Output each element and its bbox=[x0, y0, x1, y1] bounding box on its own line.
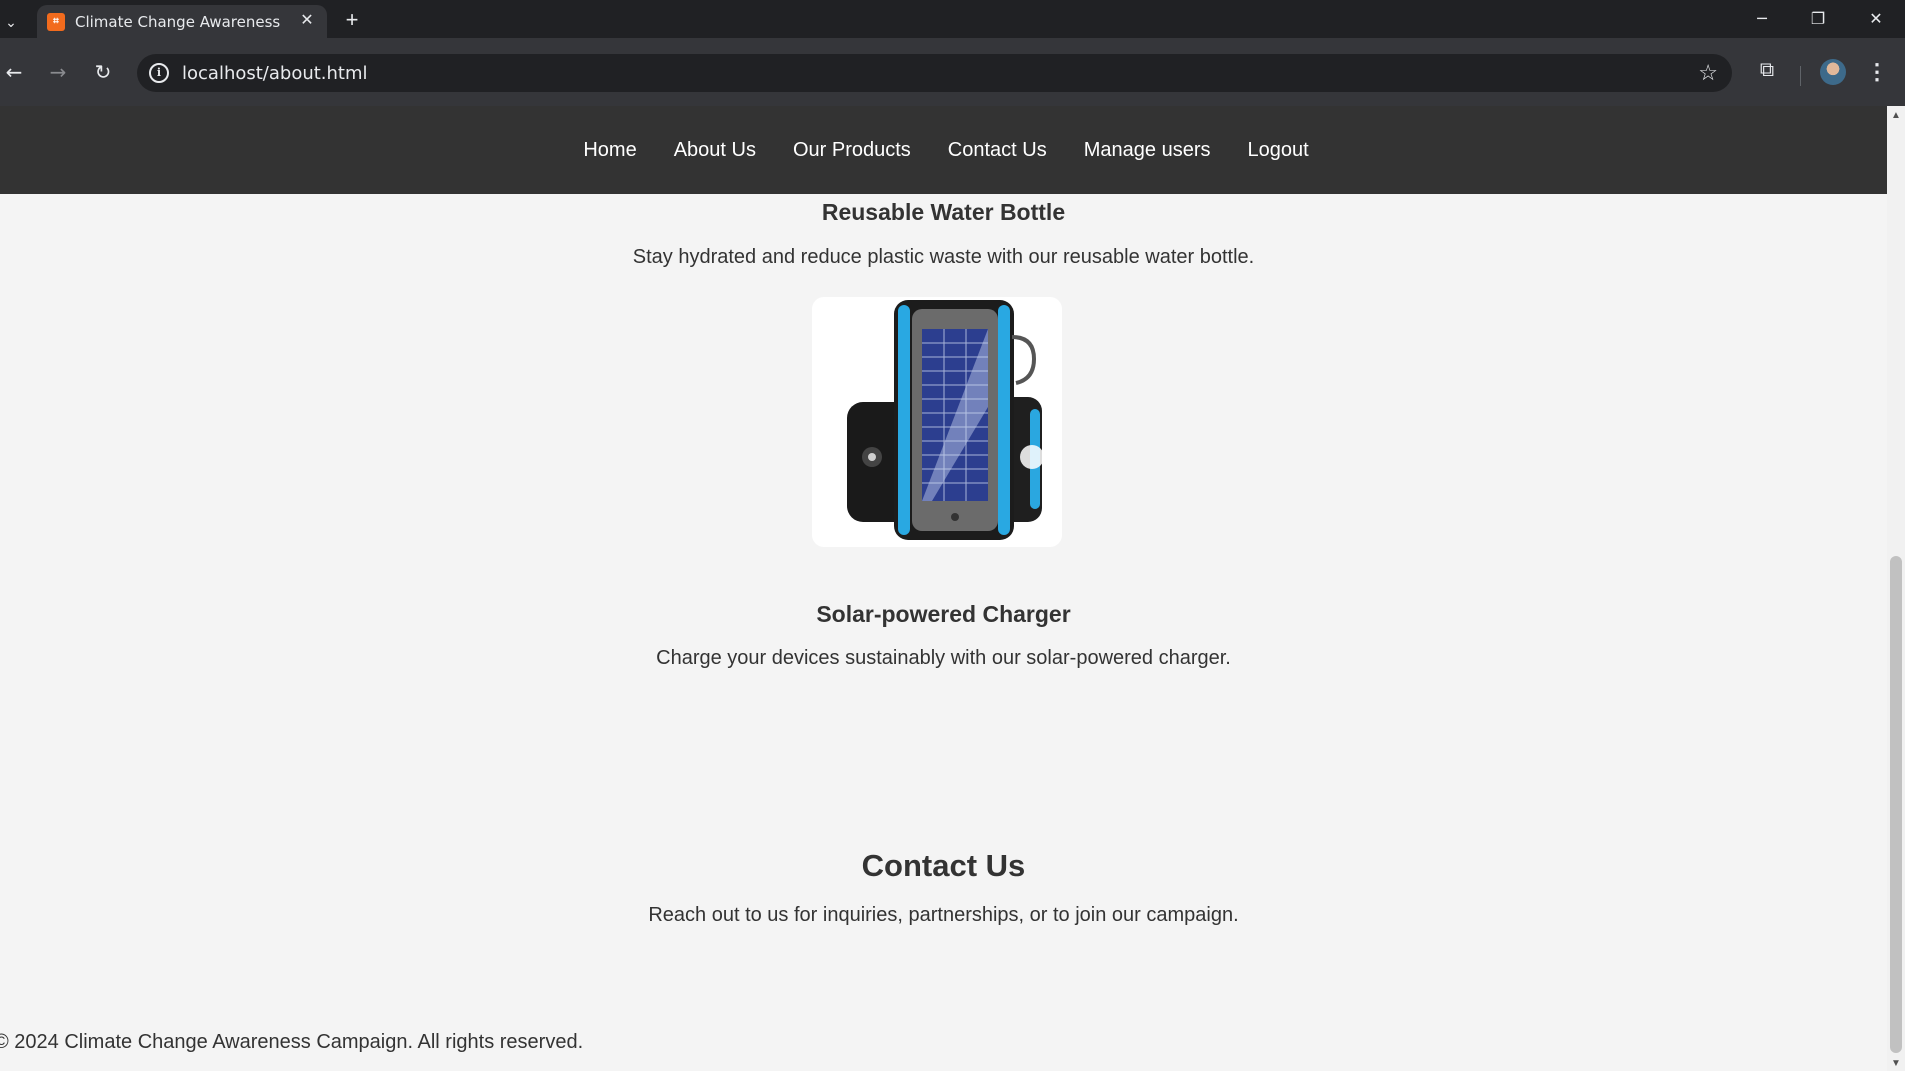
address-bar[interactable]: i localhost/about.html ☆ bbox=[137, 54, 1732, 92]
toolbar-divider bbox=[1800, 66, 1801, 86]
new-tab-icon[interactable]: + bbox=[340, 8, 364, 32]
back-arrow-icon[interactable]: ← bbox=[0, 58, 28, 86]
site-info-icon[interactable]: i bbox=[149, 63, 169, 83]
site-navigation: Home About Us Our Products Contact Us Ma… bbox=[0, 106, 1887, 194]
tab-list-chevron-icon[interactable]: ⌄ bbox=[0, 8, 22, 36]
product-title: Solar-powered Charger bbox=[816, 601, 1071, 627]
favicon-icon: ⌗ bbox=[47, 13, 65, 31]
vertical-scrollbar[interactable]: ▲ ▼ bbox=[1887, 106, 1905, 1071]
page-viewport: Home About Us Our Products Contact Us Ma… bbox=[0, 106, 1887, 1071]
url-text[interactable]: localhost/about.html bbox=[182, 63, 368, 84]
browser-tab-bar: ⌄ ⌗ Climate Change Awareness Campaign ✕ … bbox=[0, 0, 1905, 38]
reload-icon[interactable]: ↻ bbox=[89, 58, 117, 86]
nav-home[interactable]: Home bbox=[583, 139, 636, 162]
nav-contact-us[interactable]: Contact Us bbox=[948, 139, 1047, 162]
bookmark-star-icon[interactable]: ☆ bbox=[1698, 60, 1718, 86]
solar-charger-image bbox=[812, 297, 1062, 547]
nav-our-products[interactable]: Our Products bbox=[793, 139, 911, 162]
restore-icon[interactable]: ❐ bbox=[1803, 6, 1833, 32]
close-window-icon[interactable]: ✕ bbox=[1861, 6, 1891, 32]
product-description: Stay hydrated and reduce plastic waste w… bbox=[632, 246, 1255, 268]
close-tab-icon[interactable]: ✕ bbox=[297, 11, 317, 31]
profile-avatar[interactable] bbox=[1820, 59, 1846, 85]
minimize-icon[interactable]: ─ bbox=[1747, 6, 1777, 32]
footer-copyright: © 2024 Climate Change Awareness Campaign… bbox=[0, 1031, 584, 1053]
scroll-down-arrow-icon[interactable]: ▼ bbox=[1891, 1058, 1901, 1069]
product-description: Charge your devices sustainably with our… bbox=[656, 647, 1231, 669]
product-title: Reusable Water Bottle bbox=[821, 199, 1066, 225]
browser-tab[interactable]: ⌗ Climate Change Awareness Campaign ✕ bbox=[37, 5, 327, 38]
solar-charger-illustration bbox=[847, 300, 1044, 540]
scroll-up-arrow-icon[interactable]: ▲ bbox=[1891, 110, 1901, 121]
nav-about-us[interactable]: About Us bbox=[674, 139, 756, 162]
browser-menu-icon[interactable]: ⋮ bbox=[1866, 58, 1888, 86]
contact-heading: Contact Us bbox=[861, 848, 1026, 883]
nav-logout[interactable]: Logout bbox=[1247, 139, 1308, 162]
nav-manage-users[interactable]: Manage users bbox=[1084, 139, 1211, 162]
forward-arrow-icon[interactable]: → bbox=[44, 58, 72, 86]
tab-title: Climate Change Awareness Campaign bbox=[75, 13, 285, 31]
browser-toolbar: ← → ↻ i localhost/about.html ☆ ⧉ ⋮ bbox=[0, 38, 1905, 106]
scrollbar-thumb[interactable] bbox=[1890, 556, 1902, 1053]
extensions-puzzle-icon[interactable]: ⧉ bbox=[1753, 56, 1781, 84]
contact-description: Reach out to us for inquiries, partnersh… bbox=[648, 904, 1239, 926]
